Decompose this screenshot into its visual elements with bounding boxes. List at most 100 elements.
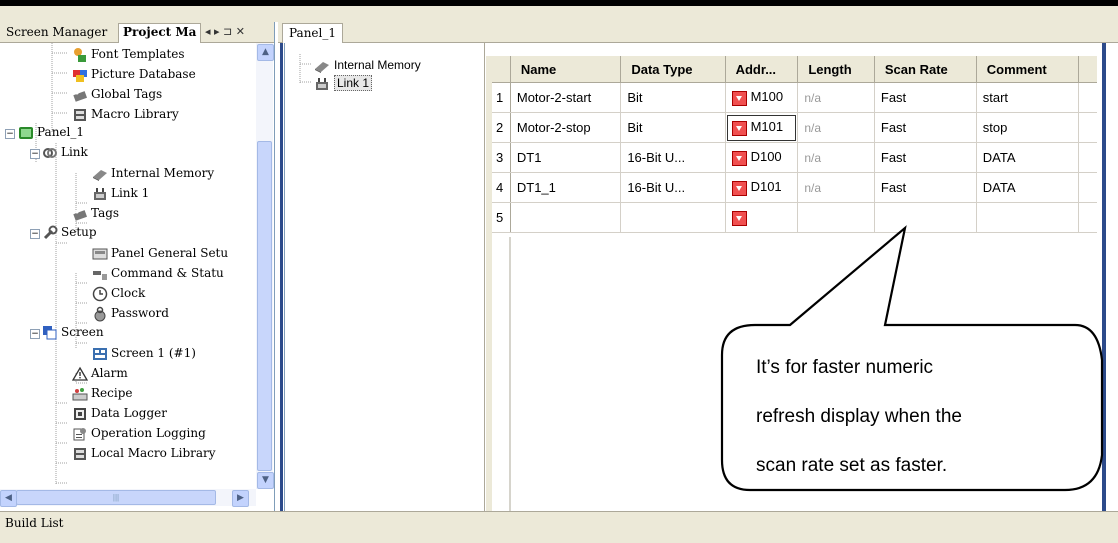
cell-filler <box>1078 82 1097 113</box>
tree-item-tags[interactable]: Tags <box>72 204 119 222</box>
tree-item-panel-1[interactable]: Panel_1 <box>18 123 84 141</box>
table-row[interactable]: 1 Motor-2-start Bit M100 n/a Fast start <box>492 82 1097 113</box>
cell-filler <box>1078 142 1097 173</box>
tree-item-recipe[interactable]: Recipe <box>72 384 132 402</box>
tree-item-font-templates[interactable]: Font Templates <box>72 45 185 63</box>
collapse-screen-toggle[interactable]: − <box>30 329 40 339</box>
cell-name[interactable]: Motor-2-stop <box>510 112 622 143</box>
command-status-icon <box>92 266 108 282</box>
scroll-up-button[interactable]: ▲ <box>257 44 274 61</box>
column-header-name[interactable]: Name <box>510 56 622 83</box>
cell-data-type[interactable]: Bit <box>620 82 726 113</box>
cell-comment[interactable]: stop <box>976 112 1080 143</box>
column-header-scan-rate[interactable]: Scan Rate <box>874 56 977 83</box>
tree-vertical-scrollbar[interactable]: ▲ ▼ <box>256 43 274 489</box>
font-templates-icon <box>72 47 88 63</box>
tree-item-operation-logging[interactable]: Operation Logging <box>72 424 206 442</box>
cell-comment[interactable] <box>976 202 1080 233</box>
cell-scan-rate[interactable]: Fast <box>874 82 977 113</box>
tree-item-password[interactable]: Password <box>92 304 169 322</box>
cell-name[interactable]: Motor-2-start <box>510 82 622 113</box>
collapse-panel-toggle[interactable]: − <box>5 129 15 139</box>
collapse-setup-toggle[interactable]: − <box>30 229 40 239</box>
tree-item-global-tags[interactable]: Global Tags <box>72 85 162 103</box>
tab-screen-manager[interactable]: Screen Manager <box>2 24 111 40</box>
address-picker-icon[interactable] <box>731 90 747 106</box>
callout-line-1: It’s for faster numeric <box>756 357 934 378</box>
row-number: 2 <box>492 112 511 143</box>
cell-comment[interactable]: DATA <box>976 142 1080 173</box>
column-header-comment[interactable]: Comment <box>976 56 1080 83</box>
link-tree-item-internal-memory[interactable]: Internal Memory <box>314 56 421 74</box>
table-row[interactable]: 2 Motor-2-stop Bit M101 n/a Fast stop <box>492 112 1097 143</box>
alarm-icon <box>71 366 89 382</box>
tree-item-local-macro-library[interactable]: Local Macro Library <box>72 444 216 462</box>
tab-panel-1[interactable]: Panel_1 <box>282 23 343 43</box>
cell-comment[interactable]: DATA <box>976 172 1080 203</box>
password-icon <box>92 306 108 322</box>
scroll-thumb[interactable] <box>257 141 272 471</box>
cell-scan-rate[interactable]: Fast <box>874 112 977 143</box>
tree-item-screen-1[interactable]: Screen 1 (#1) <box>92 344 196 362</box>
left-pane-tabs: Screen Manager Project Ma ◂ ▸ ⊐ ✕ <box>0 22 274 43</box>
cell-data-type[interactable]: 16-Bit U... <box>620 142 726 173</box>
address-picker-icon[interactable] <box>731 150 747 166</box>
project-tree: Font Templates Picture Database Global T… <box>0 43 256 489</box>
table-row[interactable]: 5 <box>492 202 1097 233</box>
cell-data-type[interactable]: Bit <box>620 112 726 143</box>
tree-item-picture-database[interactable]: Picture Database <box>72 65 196 83</box>
cell-data-type[interactable] <box>620 202 726 233</box>
cell-scan-rate[interactable]: Fast <box>874 142 977 173</box>
column-header-data-type[interactable]: Data Type <box>620 56 726 83</box>
scroll-left-button[interactable]: ◀ <box>0 490 17 507</box>
address-picker-icon[interactable] <box>731 210 747 226</box>
cell-address[interactable] <box>725 202 799 233</box>
collapse-link-toggle[interactable]: − <box>30 149 40 159</box>
address-value: M101 <box>750 119 784 135</box>
row-number: 3 <box>492 142 511 173</box>
tree-item-setup[interactable]: Setup <box>42 223 97 241</box>
address-picker-icon[interactable] <box>731 120 747 136</box>
scroll-right-button[interactable]: ▶ <box>232 490 249 507</box>
cell-scan-rate[interactable]: Fast <box>874 172 977 203</box>
cell-scan-rate[interactable] <box>874 202 977 233</box>
tree-item-alarm[interactable]: Alarm <box>71 364 128 382</box>
column-header-length[interactable]: Length <box>797 56 875 83</box>
tree-item-command-status[interactable]: Command & Statu <box>92 264 224 282</box>
tree-item-clock[interactable]: Clock <box>92 284 145 302</box>
clock-icon <box>92 286 108 302</box>
cell-address[interactable]: D101 <box>725 172 799 203</box>
cell-data-type[interactable]: 16-Bit U... <box>620 172 726 203</box>
cell-address[interactable]: D100 <box>725 142 799 173</box>
tree-item-link[interactable]: Link <box>42 143 88 161</box>
tree-item-data-logger[interactable]: Data Logger <box>72 404 167 422</box>
application-window: Screen Manager Project Ma ◂ ▸ ⊐ ✕ Font T… <box>0 0 1118 543</box>
cell-address[interactable]: M100 <box>725 82 799 113</box>
tree-item-link-1[interactable]: Link 1 <box>92 184 149 202</box>
recipe-icon <box>72 386 88 402</box>
tab-project-manager[interactable]: Project Ma <box>118 23 202 43</box>
document-tab-strip <box>278 22 1118 43</box>
cell-address[interactable]: M101 <box>725 112 799 143</box>
link-tree-item-link-1[interactable]: Link 1 <box>314 74 373 92</box>
panel-setup-icon <box>92 246 108 262</box>
cell-name[interactable]: DT1 <box>510 142 622 173</box>
cell-name[interactable]: DT1_1 <box>510 172 622 203</box>
table-row[interactable]: 4 DT1_1 16-Bit U... D101 n/a Fast DATA <box>492 172 1097 203</box>
cell-name[interactable] <box>510 202 622 233</box>
tree-item-panel-general-setup[interactable]: Panel General Setu <box>92 244 228 262</box>
table-row[interactable]: 3 DT1 16-Bit U... D100 n/a Fast DATA <box>492 142 1097 173</box>
setup-icon <box>42 225 58 241</box>
tree-item-macro-library[interactable]: Macro Library <box>72 105 179 123</box>
column-header-address[interactable]: Addr... <box>725 56 799 83</box>
cell-comment[interactable]: start <box>976 82 1080 113</box>
cell-length <box>797 202 875 233</box>
tab-nav-controls[interactable]: ◂ ▸ ⊐ ✕ <box>205 25 245 38</box>
scroll-thumb-horizontal[interactable]: ||| <box>16 490 216 505</box>
tree-horizontal-scrollbar[interactable]: ◀ ||| ▶ <box>0 489 256 507</box>
scroll-down-button[interactable]: ▼ <box>257 472 274 489</box>
tree-item-internal-memory[interactable]: Internal Memory <box>92 164 214 182</box>
address-picker-icon[interactable] <box>731 180 747 196</box>
tree-item-screen[interactable]: Screen <box>42 323 104 341</box>
row-number: 5 <box>492 202 511 233</box>
